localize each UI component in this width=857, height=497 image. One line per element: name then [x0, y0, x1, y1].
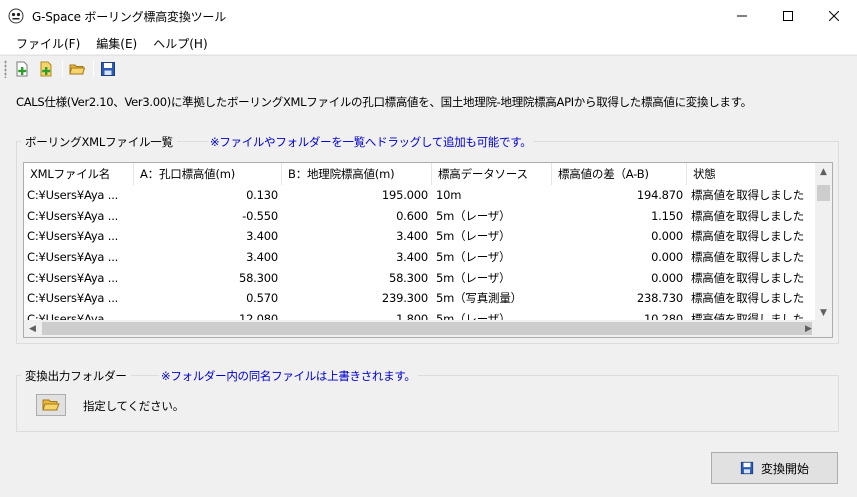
- output-folder-note: ※フォルダー内の同名ファイルは上書きされます。: [159, 368, 418, 384]
- table-cell: 0.130: [246, 188, 278, 202]
- add-file-button[interactable]: [11, 58, 33, 80]
- table-cell: C:¥Users¥Aya ...: [27, 188, 119, 202]
- table-cell: C:¥Users¥Aya ...: [27, 291, 119, 306]
- file-list-note: ※ファイルやフォルダーを一覧へドラッグして追加も可能です。: [208, 134, 534, 150]
- table-row[interactable]: C:¥Users¥Aya ... 3.400 3.400 5m（レーザ） 0.000 標高…: [24, 226, 817, 247]
- open-folder-button[interactable]: [66, 58, 88, 80]
- table-cell: 238.730: [636, 291, 683, 306]
- select-output-folder-button[interactable]: [36, 394, 66, 416]
- menu-edit[interactable]: 編集(E): [88, 35, 145, 52]
- table-cell: 195.000: [381, 188, 428, 202]
- title-bar: G-Space ボーリング標高変換ツール: [0, 0, 857, 32]
- table-cell: 1.150: [651, 208, 683, 223]
- scroll-left-icon[interactable]: ◀: [24, 320, 41, 337]
- table-cell: 5m（レーザ）: [436, 250, 511, 265]
- save-icon: [740, 461, 754, 475]
- app-description: CALS仕様(Ver2.10、Ver3.00)に準拠したボーリングXMLファイル…: [16, 95, 752, 109]
- open-folder-icon: [42, 399, 60, 411]
- vertical-scroll-thumb[interactable]: [817, 185, 830, 201]
- table-cell: 194.870: [636, 188, 683, 202]
- table-cell: 標高値を取得しました: [691, 188, 804, 202]
- table-cell: 3.400: [396, 229, 428, 244]
- output-folder-path: 指定してください。: [83, 399, 185, 413]
- close-button[interactable]: [811, 0, 857, 32]
- horizontal-scrollbar[interactable]: ◀ ▶: [24, 320, 817, 337]
- list-header: XMLファイル名 A：孔口標高値(m) B：地理院標高値(m) 標高データソース…: [24, 163, 817, 185]
- table-cell: C:¥Users¥Aya ...: [27, 270, 119, 285]
- table-cell: 239.300: [381, 291, 428, 306]
- output-folder-group-label: 変換出力フォルダー: [21, 368, 131, 384]
- table-cell: 5m（レーザ）: [436, 229, 511, 244]
- list-body: C:¥Users¥Aya ... 0.130 195.000 10m 194.870 標高…: [24, 185, 817, 323]
- start-convert-label: 変換開始: [760, 461, 809, 476]
- table-cell: 5m（写真測量）: [436, 291, 522, 306]
- table-row[interactable]: C:¥Users¥Aya ... 0.570 239.300 5m（写真測量） 238.…: [24, 288, 817, 309]
- table-cell: 58.300: [238, 270, 278, 285]
- close-icon: [829, 11, 839, 21]
- table-cell: C:¥Users¥Aya ...: [27, 250, 119, 265]
- horizontal-scroll-thumb[interactable]: [42, 322, 812, 335]
- menu-file[interactable]: ファイル(F): [8, 35, 88, 52]
- table-row[interactable]: C:¥Users¥Aya ... 0.130 195.000 10m 194.870 標高…: [24, 185, 817, 206]
- table-cell: 標高値を取得しました: [691, 291, 804, 306]
- menu-help[interactable]: ヘルプ(H): [145, 35, 215, 52]
- toolbar-grip[interactable]: [4, 60, 7, 78]
- table-cell: 標高値を取得しました: [691, 250, 804, 265]
- add-file-icon: [16, 61, 28, 77]
- scroll-down-icon[interactable]: ▼: [815, 304, 832, 321]
- table-cell: 標高値を取得しました: [691, 229, 804, 244]
- table-cell: 0.000: [651, 250, 683, 265]
- table-cell: 0.000: [651, 229, 683, 244]
- column-header-source[interactable]: 標高データソース: [432, 163, 552, 185]
- table-row[interactable]: C:¥Users¥Aya ... 58.300 58.300 5m（レーザ） 0.000…: [24, 268, 817, 289]
- open-folder-icon: [69, 64, 85, 75]
- menu-bar: ファイル(F) 編集(E) ヘルプ(H): [0, 32, 857, 54]
- boring-file-list[interactable]: XMLファイル名 A：孔口標高値(m) B：地理院標高値(m) 標高データソース…: [23, 162, 833, 338]
- table-cell: 標高値を取得しました: [691, 208, 804, 223]
- file-list-group-label: ボーリングXMLファイル一覧: [21, 134, 177, 150]
- column-header-elevation-a[interactable]: A：孔口標高値(m): [134, 163, 282, 185]
- toolbar: [0, 55, 857, 82]
- save-button[interactable]: [97, 58, 119, 80]
- table-row[interactable]: C:¥Users¥Aya ... -0.550 0.600 5m（レーザ） 1.150 標…: [24, 206, 817, 227]
- scroll-up-icon[interactable]: ▲: [815, 163, 832, 180]
- table-row[interactable]: C:¥Users¥Aya ... 3.400 3.400 5m（レーザ） 0.000 標高…: [24, 247, 817, 268]
- column-header-status[interactable]: 状態: [687, 163, 817, 185]
- table-cell: 標高値を取得しました: [691, 270, 804, 285]
- maximize-icon: [783, 11, 793, 21]
- table-cell: 10m: [436, 188, 462, 202]
- column-header-difference[interactable]: 標高値の差（A-B): [552, 163, 687, 185]
- table-cell: 3.400: [396, 250, 428, 265]
- table-cell: 3.400: [246, 229, 278, 244]
- save-icon: [101, 62, 115, 76]
- window-title: G-Space ボーリング標高変換ツール: [32, 9, 227, 24]
- maximize-button[interactable]: [765, 0, 811, 32]
- vertical-scrollbar[interactable]: ▲ ▼: [815, 163, 832, 321]
- add-folder-button[interactable]: [35, 58, 57, 80]
- add-folder-icon: [40, 61, 52, 77]
- column-header-elevation-b[interactable]: B：地理院標高値(m): [282, 163, 432, 185]
- scrollbar-corner: [815, 320, 832, 337]
- minimize-icon: [737, 15, 747, 17]
- table-cell: 58.300: [388, 270, 428, 285]
- start-convert-button[interactable]: 変換開始: [711, 452, 838, 484]
- table-cell: 3.400: [246, 250, 278, 265]
- minimize-button[interactable]: [719, 0, 765, 32]
- column-header-filename[interactable]: XMLファイル名: [24, 163, 134, 185]
- table-cell: 0.000: [651, 270, 683, 285]
- table-cell: C:¥Users¥Aya ...: [27, 229, 119, 244]
- table-cell: 0.570: [246, 291, 278, 306]
- table-cell: C:¥Users¥Aya ...: [27, 208, 119, 223]
- table-cell: -0.550: [242, 208, 278, 223]
- table-cell: 5m（レーザ）: [436, 208, 511, 223]
- app-logo-icon: [8, 8, 24, 24]
- toolbar-separator: [93, 60, 94, 78]
- table-cell: 5m（レーザ）: [436, 270, 511, 285]
- table-cell: 0.600: [396, 208, 428, 223]
- toolbar-separator: [62, 60, 63, 78]
